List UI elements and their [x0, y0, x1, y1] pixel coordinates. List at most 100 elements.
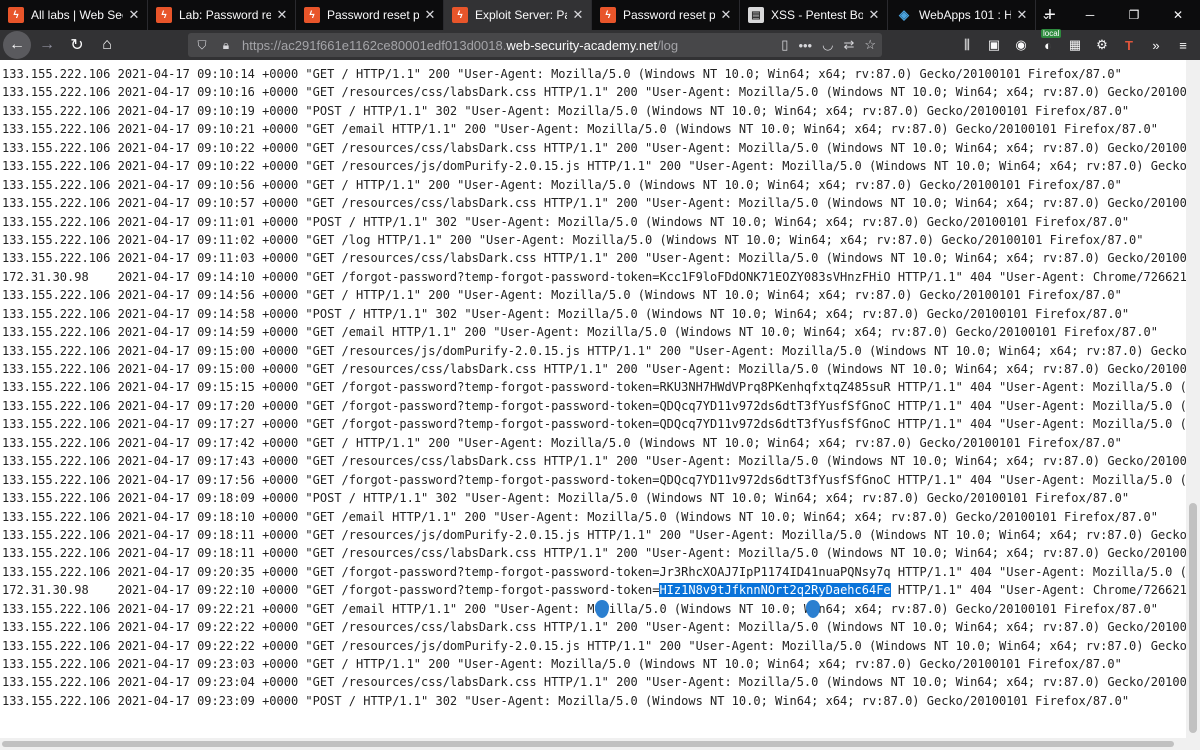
forward-button[interactable]: → [33, 31, 61, 59]
log-line-text: 133.155.222.106 2021-04-17 09:23:04 +000… [2, 675, 1186, 690]
home-button[interactable]: ⌂ [93, 31, 121, 59]
log-line-text: 133.155.222.106 2021-04-17 09:18:09 +000… [2, 491, 1130, 506]
selected-token[interactable]: HIz1N8v9tJfknnNOrt2q2RyDaehc64Fe [659, 583, 891, 598]
url-text[interactable]: https://ac291f661e1162ce80001edf013d0018… [242, 38, 678, 53]
toolbar-extensions: ⫼ ▣ ◉ ◐ local ▦ ⚙ T » ≡ [958, 29, 1192, 60]
url-bar-actions: ▯ ••• ◡ ⇄ ☆ [781, 33, 876, 57]
log-line-text: 133.155.222.106 2021-04-17 09:14:56 +000… [2, 288, 1122, 303]
back-button[interactable]: ← [3, 31, 31, 59]
log-line: 133.155.222.106 2021-04-17 09:14:59 +000… [2, 323, 1186, 341]
tab-all-labs[interactable]: ϟ All labs | Web Security ✕ [0, 0, 148, 30]
log-line-text: 133.155.222.106 2021-04-17 09:15:00 +000… [2, 362, 1186, 376]
log-line-text: 133.155.222.106 2021-04-17 09:22:21 +000… [2, 601, 1158, 616]
page-actions-icon[interactable]: ••• [798, 38, 812, 53]
tab-label: All labs | Web Security [31, 8, 123, 22]
close-icon[interactable]: ✕ [127, 7, 141, 23]
tab-lab-password-reset[interactable]: ϟ Lab: Password reset po ✕ [148, 0, 296, 30]
log-line: 133.155.222.106 2021-04-17 09:23:03 +000… [2, 655, 1186, 673]
url-bar[interactable]: ⛉ 🔒︎ https://ac291f661e1162ce80001edf013… [188, 33, 882, 57]
minimize-icon[interactable]: ─ [1068, 0, 1112, 30]
log-line: 133.155.222.106 2021-04-17 09:23:09 +000… [2, 692, 1186, 710]
tab-password-reset-poison-2[interactable]: ϟ Password reset poison ✕ [592, 0, 740, 30]
log-line: 133.155.222.106 2021-04-17 09:18:10 +000… [2, 508, 1186, 526]
local-extension-icon[interactable]: ◐ local [1039, 29, 1062, 54]
log-line: 133.155.222.106 2021-04-17 09:10:57 +000… [2, 194, 1186, 212]
vertical-scroll-thumb[interactable] [1189, 503, 1197, 733]
log-line-text: 133.155.222.106 2021-04-17 09:18:11 +000… [2, 527, 1186, 542]
tab-xss-pentest-book[interactable]: ▤ XSS - Pentest Book ✕ [740, 0, 888, 30]
bookmark-star-icon[interactable]: ☆ [864, 37, 876, 53]
log-line-text: 133.155.222.106 2021-04-17 09:17:42 +000… [2, 435, 1122, 450]
log-line: 133.155.222.106 2021-04-17 09:14:58 +000… [2, 305, 1186, 323]
pocket-icon[interactable]: ◡ [822, 37, 833, 53]
tab-label: Lab: Password reset po [179, 8, 271, 22]
close-icon[interactable]: ✕ [867, 7, 881, 23]
log-line-text: 133.155.222.106 2021-04-17 09:17:20 +000… [2, 398, 1186, 413]
book-icon: ▤ [748, 7, 764, 23]
close-icon[interactable]: ✕ [719, 7, 733, 23]
log-line-text: 133.155.222.106 2021-04-17 09:10:21 +000… [2, 122, 1158, 137]
restore-icon[interactable]: ❐ [1112, 0, 1156, 30]
tab-password-reset-poison-1[interactable]: ϟ Password reset poison ✕ [296, 0, 444, 30]
library-icon[interactable]: ⫼ [958, 36, 976, 54]
account-icon[interactable]: ◉ [1012, 36, 1030, 54]
log-line-text: 133.155.222.106 2021-04-17 09:23:03 +000… [2, 657, 1122, 671]
web-security-academy-icon: ϟ [452, 7, 468, 23]
tab-label: Password reset poison [327, 8, 419, 22]
web-security-academy-icon: ϟ [156, 7, 172, 23]
hacktricks-icon: ◈ [899, 7, 909, 22]
reader-view-icon[interactable]: ▯ [781, 37, 788, 53]
overflow-icon[interactable]: » [1147, 36, 1165, 54]
horizontal-scrollbar[interactable] [0, 738, 1186, 750]
menu-icon[interactable]: ≡ [1174, 36, 1192, 54]
lock-icon[interactable]: 🔒︎ [216, 35, 236, 55]
tab-webapps-101[interactable]: ◈ WebApps 101 : HTTP/ ✕ [888, 0, 1036, 30]
log-line-text: 133.155.222.106 2021-04-17 09:14:58 +000… [2, 306, 1130, 321]
proxy-extension-icon[interactable]: ⚙ [1093, 36, 1111, 54]
tab-list-icon[interactable]: ⌄ [1024, 0, 1068, 30]
url-prefix: https://ac291f661e1162ce80001edf013d0018… [242, 37, 507, 53]
log-line-text: 133.155.222.106 2021-04-17 09:18:11 +000… [2, 546, 1186, 561]
web-security-academy-icon: ϟ [600, 7, 616, 23]
log-line: 133.155.222.106 2021-04-17 09:17:27 +000… [2, 415, 1186, 433]
access-log[interactable]: 133.155.222.106 2021-04-17 09:10:14 +000… [0, 60, 1186, 710]
log-line: 133.155.222.106 2021-04-17 09:20:35 +000… [2, 563, 1186, 581]
log-line: 133.155.222.106 2021-04-17 09:14:56 +000… [2, 286, 1186, 304]
tab-exploit-server[interactable]: ϟ Exploit Server: Passwo ✕ [444, 0, 592, 30]
log-line: 133.155.222.106 2021-04-17 09:10:22 +000… [2, 139, 1186, 157]
translate-icon[interactable]: ⇄ [843, 37, 854, 53]
log-line-text: 133.155.222.106 2021-04-17 09:14:59 +000… [2, 325, 1158, 340]
sidebar-icon[interactable]: ▣ [985, 36, 1003, 54]
log-line: 133.155.222.106 2021-04-17 09:17:43 +000… [2, 452, 1186, 470]
local-badge: local [1041, 29, 1062, 38]
reload-button[interactable]: ↻ [63, 31, 91, 59]
arrow-right-icon: → [39, 36, 55, 53]
shield-icon[interactable]: ⛉ [192, 35, 212, 55]
horizontal-scroll-thumb[interactable] [2, 741, 1174, 747]
home-icon: ⌂ [102, 36, 112, 53]
log-line: 133.155.222.106 2021-04-17 09:11:02 +000… [2, 231, 1186, 249]
close-icon[interactable]: ✕ [423, 7, 437, 23]
log-line-text: 133.155.222.106 2021-04-17 09:17:43 +000… [2, 454, 1186, 469]
reload-icon: ↻ [70, 37, 84, 54]
log-line-text: 133.155.222.106 2021-04-17 09:23:09 +000… [2, 693, 1130, 708]
log-line: 133.155.222.106 2021-04-17 09:15:15 +000… [2, 378, 1186, 396]
log-line-text: 133.155.222.106 2021-04-17 09:10:22 +000… [2, 140, 1186, 155]
log-line-text: 172.31.30.98 2021-04-17 09:14:10 +0000 "… [2, 269, 1186, 284]
translate-extension-icon[interactable]: ▦ [1066, 36, 1084, 54]
close-window-icon[interactable]: ✕ [1156, 0, 1200, 30]
log-line-text: 133.155.222.106 2021-04-17 09:10:56 +000… [2, 177, 1122, 192]
tab-label: Password reset poison [623, 8, 715, 22]
scroll-corner [1186, 738, 1200, 750]
log-line-text: 133.155.222.106 2021-04-17 09:17:27 +000… [2, 417, 1186, 432]
vertical-scrollbar[interactable] [1186, 60, 1200, 738]
log-line-text: 133.155.222.106 2021-04-17 09:11:01 +000… [2, 214, 1130, 229]
close-icon[interactable]: ✕ [275, 7, 289, 23]
log-line-text: 172.31.30.98 2021-04-17 09:22:10 +0000 "… [2, 583, 660, 598]
url-path: /log [657, 37, 679, 53]
log-line: 133.155.222.106 2021-04-17 09:10:16 +000… [2, 83, 1186, 101]
log-line-text: 133.155.222.106 2021-04-17 09:17:56 +000… [2, 472, 1186, 487]
arrow-left-icon: ← [9, 36, 25, 53]
hackbar-extension-icon[interactable]: T [1120, 36, 1138, 54]
close-icon[interactable]: ✕ [571, 7, 585, 23]
